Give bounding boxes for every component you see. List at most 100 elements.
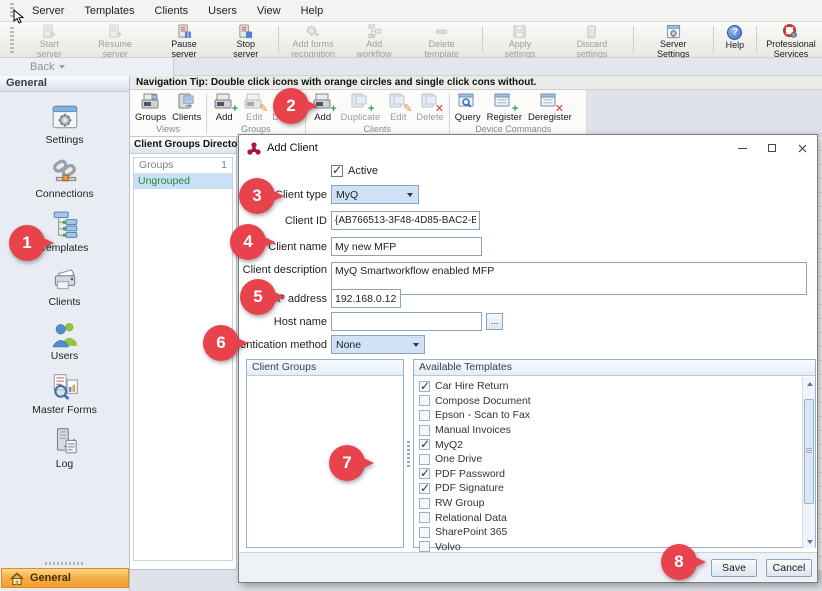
pause-server-button[interactable]: Pause server	[151, 22, 216, 57]
add-workflow-button[interactable]: Add workflow	[344, 22, 404, 57]
client-id-input[interactable]	[331, 211, 480, 230]
sidebar-item-settings[interactable]: Settings	[10, 98, 120, 152]
register-button[interactable]: + Register	[484, 91, 525, 124]
menu-bar: Server Templates Clients Users View Help	[0, 0, 822, 22]
menu-clients[interactable]: Clients	[145, 2, 199, 20]
templates-scrollbar[interactable]	[802, 377, 815, 548]
template-checkbox[interactable]	[419, 498, 430, 509]
template-checkbox[interactable]	[419, 527, 430, 538]
template-checkbox[interactable]	[419, 439, 430, 450]
template-checkbox[interactable]	[419, 381, 430, 392]
sidebar-item-users[interactable]: Users	[10, 314, 120, 368]
template-checkbox[interactable]	[419, 512, 430, 523]
sidebar-item-log[interactable]: Log	[10, 422, 120, 476]
scroll-up-icon[interactable]	[803, 377, 816, 390]
mouse-cursor-icon	[13, 9, 25, 25]
query-button[interactable]: Query	[452, 91, 484, 124]
professional-services-button[interactable]: Professional Services	[760, 22, 822, 57]
general-tab[interactable]: General	[1, 568, 129, 588]
client-description-input[interactable]	[331, 262, 807, 295]
template-item[interactable]: Relational Data	[419, 510, 815, 525]
directory-row-ungrouped[interactable]: Ungrouped	[134, 174, 232, 189]
client-delete-button[interactable]: ✕ Delete	[413, 91, 446, 124]
apply-settings-button[interactable]: Apply settings	[486, 22, 554, 57]
delete-template-button[interactable]: Delete template	[404, 22, 479, 57]
template-checkbox[interactable]	[419, 425, 430, 436]
help-button[interactable]: ? Help	[717, 22, 753, 57]
delete-icon: ✕	[419, 92, 441, 113]
stop-server-button[interactable]: Stop server	[217, 22, 275, 57]
start-server-button[interactable]: Start server	[20, 22, 79, 57]
browse-button[interactable]: ...	[486, 313, 503, 330]
resume-server-button[interactable]: Resume server	[79, 22, 152, 57]
template-item[interactable]: One Drive	[419, 452, 815, 467]
save-floppy-icon	[512, 24, 527, 39]
server-settings-icon	[666, 24, 681, 39]
template-item[interactable]: PDF Signature	[419, 481, 815, 496]
annotation-3: 3	[239, 178, 275, 214]
directory-column-header[interactable]: Groups 1	[134, 158, 232, 174]
annotation-5: 5	[240, 279, 276, 315]
scroll-down-icon[interactable]	[803, 535, 816, 548]
ip-address-input[interactable]	[331, 289, 401, 308]
add-forms-recognition-button[interactable]: Add forms recognition	[282, 22, 344, 57]
register-icon: +	[493, 92, 515, 113]
active-checkbox[interactable]	[331, 165, 343, 177]
client-duplicate-button[interactable]: + Duplicate	[338, 91, 384, 124]
close-button[interactable]	[787, 135, 817, 161]
maximize-button[interactable]	[757, 135, 787, 161]
template-item[interactable]: Compose Document	[419, 394, 815, 409]
annotation-1: 1	[9, 225, 45, 261]
group-add-button[interactable]: + Add	[209, 91, 239, 124]
clients-printer-icon	[50, 264, 80, 294]
panel-splitter[interactable]	[405, 359, 411, 548]
template-checkbox[interactable]	[419, 410, 430, 421]
menu-help[interactable]: Help	[291, 2, 334, 20]
menu-server[interactable]: Server	[22, 2, 74, 20]
template-checkbox[interactable]	[419, 395, 430, 406]
menu-templates[interactable]: Templates	[74, 2, 144, 20]
sidebar-item-connections[interactable]: Connections	[10, 152, 120, 206]
template-item[interactable]: PDF Password	[419, 467, 815, 482]
app-logo-icon	[247, 142, 261, 155]
deregister-button[interactable]: ✕ Deregister	[525, 91, 575, 124]
toolbar-group-device-commands: Query + Register ✕ Deregister Device Com…	[452, 91, 575, 136]
template-checkbox[interactable]	[419, 483, 430, 494]
template-item[interactable]: Epson - Scan to Fax	[419, 408, 815, 423]
template-item[interactable]: RW Group	[419, 496, 815, 511]
menu-users[interactable]: Users	[198, 2, 247, 20]
group-edit-button[interactable]: ✎ Edit	[239, 91, 269, 124]
template-checkbox[interactable]	[419, 454, 430, 465]
client-edit-button[interactable]: ✎ Edit	[383, 91, 413, 124]
groups-view-icon	[140, 92, 162, 113]
scrollbar-thumb[interactable]	[804, 399, 814, 504]
toolbar-separator	[449, 93, 450, 134]
groups-view-button[interactable]: Groups	[132, 91, 169, 124]
save-button[interactable]: Save	[711, 559, 757, 577]
annotation-7: 7	[329, 445, 365, 481]
template-item[interactable]: SharePoint 365	[419, 525, 815, 540]
server-settings-button[interactable]: Server Settings	[637, 22, 710, 57]
minimize-button[interactable]	[727, 135, 757, 161]
client-type-select[interactable]: MyQ	[331, 185, 419, 204]
cancel-button[interactable]: Cancel	[766, 559, 812, 577]
dialog-titlebar: Add Client	[239, 135, 817, 161]
template-checkbox[interactable]	[419, 468, 430, 479]
back-button[interactable]: Back	[24, 60, 71, 74]
template-item[interactable]: Car Hire Return	[419, 379, 815, 394]
annotation-8: 8	[661, 544, 697, 580]
discard-settings-button[interactable]: Discard settings	[554, 22, 630, 57]
start-server-icon	[42, 24, 57, 39]
client-name-label: Client name	[268, 241, 327, 253]
sidebar-item-master-forms[interactable]: Master Forms	[10, 368, 120, 422]
template-checkbox[interactable]	[419, 541, 430, 552]
client-name-input[interactable]	[331, 237, 482, 256]
template-item[interactable]: Manual Invoices	[419, 423, 815, 438]
sidebar-item-clients[interactable]: Clients	[10, 260, 120, 314]
template-item[interactable]: MyQ2	[419, 437, 815, 452]
auth-method-select[interactable]: None	[331, 335, 425, 354]
back-dropdown-icon[interactable]	[59, 65, 65, 69]
host-name-input[interactable]	[331, 312, 482, 331]
clients-view-button[interactable]: Clients	[169, 91, 204, 124]
menu-view[interactable]: View	[247, 2, 291, 20]
